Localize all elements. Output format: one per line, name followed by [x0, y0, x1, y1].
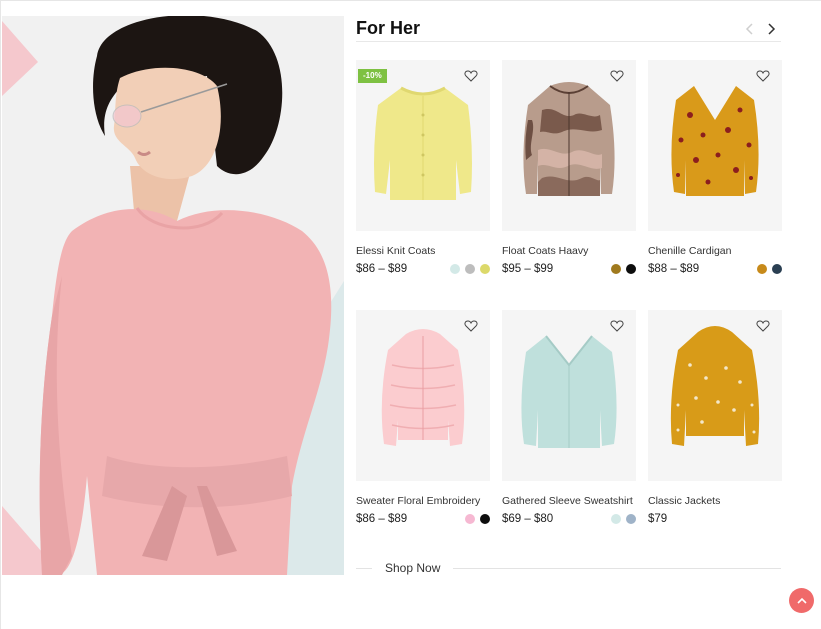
color-swatch[interactable] — [772, 264, 782, 274]
product-name[interactable]: Classic Jackets — [648, 495, 720, 507]
discount-badge: -10% — [358, 69, 387, 83]
shop-now-link[interactable]: Shop Now — [385, 561, 440, 575]
product-price: $69 – $80 — [502, 513, 554, 525]
color-swatch[interactable] — [611, 264, 621, 274]
heart-icon[interactable] — [756, 69, 770, 83]
color-swatch[interactable] — [465, 514, 475, 524]
camo-jacket-image — [523, 82, 615, 196]
color-swatches — [757, 264, 782, 274]
product-card[interactable]: Gathered Sleeve Sweatshirt $69 – $80 — [502, 310, 636, 525]
mint-blouse-image — [521, 335, 617, 448]
chevron-right-icon[interactable] — [762, 20, 780, 38]
heart-icon[interactable] — [756, 319, 770, 333]
product-image[interactable] — [502, 310, 636, 481]
left-border — [0, 0, 1, 629]
product-name[interactable]: Float Coats Haavy — [502, 245, 588, 257]
floral-blouse-image — [671, 86, 759, 196]
product-card[interactable]: Classic Jackets $79 — [648, 310, 782, 525]
product-name[interactable]: Chenille Cardigan — [648, 245, 731, 257]
product-price: $95 – $99 — [502, 263, 554, 275]
mustard-hoodie-image — [670, 326, 760, 446]
color-swatch[interactable] — [450, 264, 460, 274]
color-swatch[interactable] — [465, 264, 475, 274]
shop-now-divider-left — [356, 568, 372, 569]
product-price: $88 – $89 — [648, 263, 700, 275]
product-name[interactable]: Elessi Knit Coats — [356, 245, 435, 257]
chevron-up-icon — [796, 597, 807, 604]
heart-icon[interactable] — [464, 69, 478, 83]
product-image[interactable] — [502, 60, 636, 231]
top-border — [0, 0, 821, 1]
heart-icon[interactable] — [610, 319, 624, 333]
pink-puffer-image — [381, 329, 465, 446]
product-card[interactable]: Chenille Cardigan $88 – $89 — [648, 60, 782, 275]
hero-banner[interactable] — [2, 16, 344, 575]
product-name[interactable]: Sweater Floral Embroidery — [356, 495, 480, 507]
product-image[interactable] — [648, 60, 782, 231]
back-to-top-button[interactable] — [789, 588, 814, 613]
color-swatch[interactable] — [626, 514, 636, 524]
product-price: $79 — [648, 513, 668, 525]
product-name[interactable]: Gathered Sleeve Sweatshirt — [502, 495, 633, 507]
shop-now-divider-right — [453, 568, 781, 569]
color-swatch[interactable] — [611, 514, 621, 524]
product-image[interactable]: -10% — [356, 60, 490, 231]
product-card[interactable]: Float Coats Haavy $95 – $99 — [502, 60, 636, 275]
product-price: $86 – $89 — [356, 263, 408, 275]
color-swatches — [465, 514, 490, 524]
product-image[interactable] — [648, 310, 782, 481]
heart-icon[interactable] — [610, 69, 624, 83]
color-swatch[interactable] — [480, 264, 490, 274]
section-title: For Her — [356, 18, 421, 38]
product-card[interactable]: -10% Elessi Knit Coats $86 – $89 — [356, 60, 490, 275]
color-swatches — [450, 264, 490, 274]
heart-icon[interactable] — [464, 319, 478, 333]
yellow-cardigan-image — [374, 86, 472, 200]
hero-photo — [2, 16, 344, 575]
color-swatches — [611, 514, 636, 524]
product-image[interactable] — [356, 310, 490, 481]
color-swatch[interactable] — [757, 264, 767, 274]
product-price: $86 – $89 — [356, 513, 408, 525]
chevron-left-icon[interactable] — [741, 20, 759, 38]
color-swatch[interactable] — [480, 514, 490, 524]
header-divider — [356, 41, 781, 42]
color-swatches — [611, 264, 636, 274]
color-swatch[interactable] — [626, 264, 636, 274]
product-card[interactable]: Sweater Floral Embroidery $86 – $89 — [356, 310, 490, 525]
